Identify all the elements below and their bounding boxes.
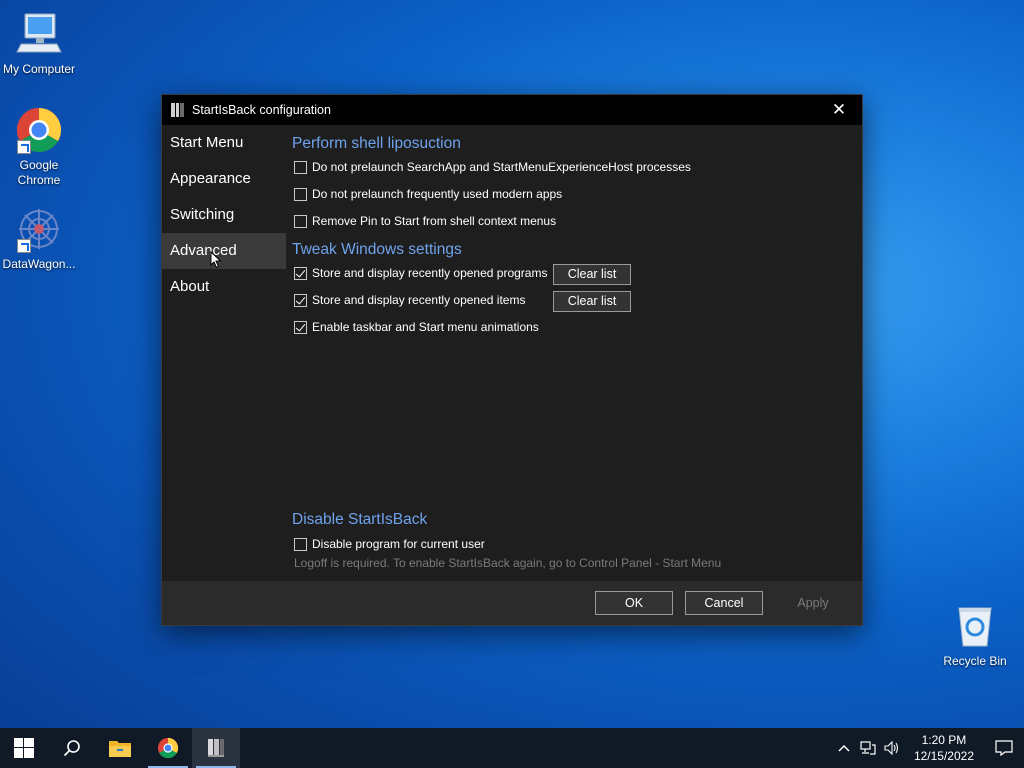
volume-icon[interactable] [880,728,904,768]
computer-icon [15,10,63,58]
checkbox-box[interactable] [294,320,307,334]
checkbox-label: Enable taskbar and Start menu animations [312,320,539,334]
desktop-icon-google-chrome[interactable]: Google Chrome [0,106,78,188]
checkbox-box[interactable] [294,160,307,174]
taskbar-clock[interactable]: 1:20 PM 12/15/2022 [904,732,984,764]
checkbox-box[interactable] [294,214,307,228]
notification-icon [995,740,1013,756]
cancel-button[interactable]: Cancel [685,591,763,615]
shortcut-arrow-icon [17,239,31,253]
search-icon [63,740,80,757]
recycle-bin-icon [951,602,999,650]
dialog-footer: OK Cancel Apply [162,581,862,625]
startisback-icon [208,739,224,757]
app-icon [15,205,63,253]
chrome-taskbar-button[interactable] [144,728,192,768]
desktop-icon-label: DataWagon... [2,257,76,271]
checkbox-recent-items[interactable]: Store and display recently opened items [294,293,525,307]
checkbox-label: Remove Pin to Start from shell context m… [312,214,557,228]
desktop-icon-datawagon[interactable]: DataWagon... [0,205,78,272]
ok-button[interactable]: OK [595,591,673,615]
sidebar-item-about[interactable]: About [162,269,286,305]
dialog-titlebar[interactable]: StartIsBack configuration ✕ [162,95,862,125]
checkbox-label: Disable program for current user [312,537,485,551]
sidebar-item-start-menu[interactable]: Start Menu [162,125,286,161]
checkbox-recent-programs[interactable]: Store and display recently opened progra… [294,266,547,280]
startisback-config-dialog: StartIsBack configuration ✕ Start Menu A… [161,94,863,626]
notification-center-button[interactable] [984,728,1024,768]
start-button[interactable] [0,728,48,768]
chevron-up-icon[interactable] [832,728,856,768]
checkbox-remove-pin-to-start[interactable]: Remove Pin to Start from shell context m… [294,214,556,228]
sidebar-item-advanced[interactable]: Advanced [162,233,286,269]
windows-logo-icon [14,738,34,758]
desktop-icon-label: Recycle Bin [943,654,1007,668]
checkbox-box[interactable] [294,266,307,280]
dialog-title: StartIsBack configuration [192,103,331,117]
chrome-icon [157,737,179,759]
logoff-note: Logoff is required. To enable StartIsBac… [294,556,722,570]
checkbox-label: Store and display recently opened items [312,293,526,307]
checkbox-label: Do not prelaunch SearchApp and StartMenu… [312,160,691,174]
desktop-icon-recycle-bin[interactable]: Recycle Bin [936,602,1014,669]
section-title-shell: Perform shell liposuction [292,135,461,152]
network-icon[interactable] [856,728,880,768]
desktop-icon-label: Google Chrome [17,158,61,187]
section-title-tweak: Tweak Windows settings [292,241,462,258]
search-button[interactable] [48,728,96,768]
checkbox-box[interactable] [294,293,307,307]
sidebar-item-appearance[interactable]: Appearance [162,161,286,197]
clear-recent-programs-button[interactable]: Clear list [553,264,631,285]
checkbox-box[interactable] [294,187,307,201]
apply-button[interactable]: Apply [774,591,852,615]
startisback-taskbar-button[interactable] [192,728,240,768]
file-explorer-button[interactable] [96,728,144,768]
desktop-icon-my-computer[interactable]: My Computer [0,10,78,77]
sidebar-item-switching[interactable]: Switching [162,197,286,233]
desktop-icon-label: My Computer [2,62,76,76]
close-button[interactable]: ✕ [816,95,862,125]
clock-date: 12/15/2022 [913,749,974,763]
mouse-cursor-icon [210,251,222,269]
sidebar: Start Menu Appearance Switching Advanced… [162,125,286,305]
checkbox-no-prelaunch-searchapp[interactable]: Do not prelaunch SearchApp and StartMenu… [294,160,691,174]
close-icon: ✕ [831,100,847,119]
chrome-icon [15,106,63,154]
clock-time: 1:20 PM [921,733,967,747]
checkbox-label: Do not prelaunch frequently used modern … [312,187,563,201]
checkbox-animations[interactable]: Enable taskbar and Start menu animations [294,320,539,334]
clear-recent-items-button[interactable]: Clear list [553,291,631,312]
checkbox-disable-program[interactable]: Disable program for current user [294,537,485,551]
shortcut-arrow-icon [17,140,31,154]
startisback-icon [171,103,185,117]
checkbox-label: Store and display recently opened progra… [312,266,548,280]
checkbox-no-prelaunch-modern-apps[interactable]: Do not prelaunch frequently used modern … [294,187,562,201]
taskbar: 1:20 PM 12/15/2022 [0,728,1024,768]
folder-icon [109,741,131,757]
system-tray: 1:20 PM 12/15/2022 [832,728,1024,768]
section-title-disable: Disable StartIsBack [292,511,428,528]
checkbox-box[interactable] [294,537,307,551]
